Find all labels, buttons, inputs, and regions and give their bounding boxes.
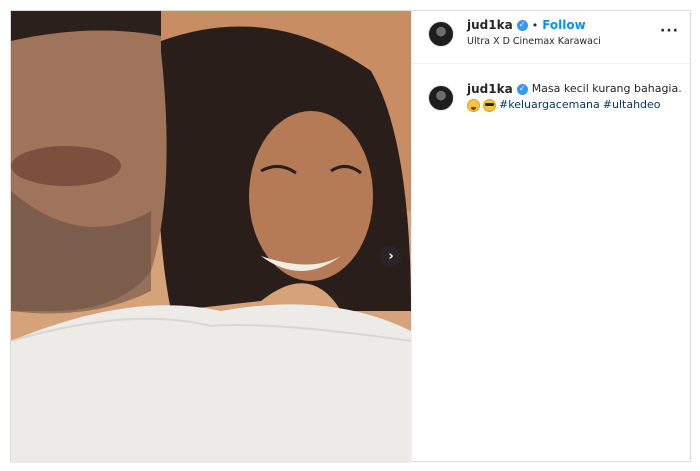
chevron-right-icon: › (388, 249, 394, 264)
username-link[interactable]: jud1ka (467, 18, 513, 32)
selfie-photo-illustration (11, 11, 411, 463)
location-link[interactable]: Ultra X D Cinemax Karawaci (467, 36, 601, 47)
avatar[interactable] (428, 21, 454, 47)
sunglasses-face-icon (483, 98, 496, 112)
verified-badge-icon: ✓ (516, 83, 528, 95)
verified-badge-icon: ✓ (516, 19, 528, 31)
post-header: jud1ka ✓ • Follow Ultra X D Cinemax Kara… (412, 11, 693, 64)
hashtag-link[interactable]: #keluargacemana (499, 97, 600, 113)
caption-body: jud1ka ✓ Masa kecil kurang bahagia. #kel… (467, 81, 682, 113)
header-user-row: jud1ka ✓ • Follow (467, 18, 586, 32)
post-sidebar: jud1ka ✓ • Follow Ultra X D Cinemax Kara… (411, 11, 693, 463)
separator-dot: • (531, 18, 539, 32)
post-photo[interactable]: › (11, 11, 411, 463)
caption-text: Masa kecil kurang bahagia. (531, 82, 682, 95)
instagram-post: › jud1ka ✓ • Follow Ultra X D Cinemax Ka… (10, 10, 693, 463)
more-options-icon[interactable]: ··· (660, 23, 679, 39)
caption-line-2: #keluargacemana #ultahdeo (467, 97, 682, 113)
follow-button[interactable]: Follow (542, 18, 586, 32)
grinning-face-icon (467, 98, 480, 112)
next-photo-button[interactable]: › (380, 246, 401, 267)
avatar[interactable] (428, 85, 454, 111)
hashtag-link[interactable]: #ultahdeo (603, 97, 661, 113)
caption-username-link[interactable]: jud1ka (467, 81, 513, 97)
caption-user-row: jud1ka ✓ Masa kecil kurang bahagia. (467, 81, 682, 97)
